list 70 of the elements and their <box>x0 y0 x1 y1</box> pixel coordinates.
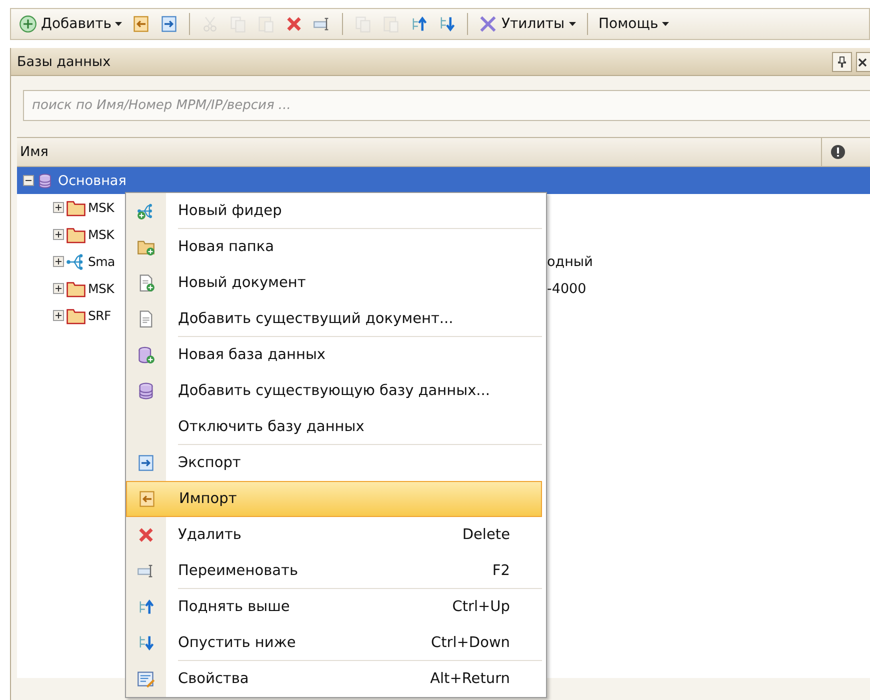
move-up-icon <box>410 15 428 33</box>
tree-item[interactable]: SRF <box>86 308 111 323</box>
menu-item[interactable]: Экспорт <box>126 445 546 481</box>
copy-icon <box>229 15 248 33</box>
tree-item[interactable]: MSK <box>86 227 114 242</box>
database-icon <box>137 382 155 400</box>
shortcut-text: Alt+Return <box>430 671 510 687</box>
copy-icon <box>354 15 372 33</box>
menu-item[interactable]: Новый документ <box>126 265 546 301</box>
expander-icon[interactable] <box>53 283 64 294</box>
toolbar-menu-button[interactable]: Утилиты <box>475 12 580 36</box>
scissors-icon <box>201 15 220 33</box>
rename-icon <box>137 562 155 580</box>
menu-item[interactable]: Импорт <box>126 481 542 517</box>
add-menu-button[interactable]: Добавить <box>15 12 126 36</box>
expander-icon[interactable] <box>53 310 64 321</box>
export-icon <box>160 15 178 33</box>
shortcut-text: Ctrl+Up <box>452 599 510 615</box>
menu-item[interactable]: Переименовать F2 <box>126 553 546 589</box>
move-down-icon <box>438 15 456 33</box>
close-button[interactable] <box>856 52 870 72</box>
menu-item[interactable]: Добавить существующую базу данных... <box>126 373 546 409</box>
expander-icon[interactable] <box>53 229 64 240</box>
add-icon <box>19 15 37 33</box>
table-cell: одный <box>547 254 593 270</box>
menu-item[interactable]: Удалить Delete <box>126 517 546 553</box>
menu-item[interactable]: Отключить базу данных <box>126 409 546 445</box>
expander-icon[interactable] <box>53 202 64 213</box>
delete-icon <box>285 15 304 33</box>
export-icon <box>137 454 155 472</box>
menu-item[interactable]: Свойства Alt+Return <box>126 661 546 697</box>
pin-icon <box>836 56 848 68</box>
menu-item[interactable]: Опустить ниже Ctrl+Down <box>126 625 546 661</box>
properties-icon <box>137 670 155 688</box>
toolbar-menu-button[interactable]: Помощь <box>594 12 674 36</box>
paste-icon <box>382 15 400 33</box>
move-down-icon <box>137 634 155 652</box>
panel-title: Базы данных <box>17 54 112 70</box>
paste-icon <box>257 15 276 33</box>
tools-icon <box>479 15 498 33</box>
shortcut-text: Delete <box>462 527 510 543</box>
menu-item[interactable]: Поднять выше Ctrl+Up <box>126 589 546 625</box>
table-cell: -4000 <box>547 280 586 296</box>
move-up-icon <box>137 598 155 616</box>
shortcut-text: F2 <box>492 563 510 579</box>
import-icon <box>132 15 150 33</box>
menu-item[interactable]: Добавить существущий документ... <box>126 301 546 337</box>
expander-icon[interactable] <box>23 175 34 186</box>
delete-icon <box>137 526 155 544</box>
database-icon <box>37 172 53 188</box>
shortcut-text: Ctrl+Down <box>430 635 510 651</box>
pin-button[interactable] <box>832 52 852 72</box>
warning-column-icon <box>830 144 846 160</box>
menu-item[interactable]: Новый фидер <box>126 193 546 229</box>
tree-item[interactable]: Основная <box>55 172 130 190</box>
document-icon <box>137 310 155 328</box>
menu-item[interactable]: Новая папка <box>126 229 546 265</box>
menu-item[interactable]: Новая база данных <box>126 337 546 373</box>
tree-item[interactable]: Sma <box>86 254 115 269</box>
search-field[interactable]: поиск по Имя/Номер МРМ/IP/версия ... <box>23 90 870 121</box>
new-document-icon <box>137 274 155 292</box>
new-database-icon <box>137 346 155 364</box>
import-icon <box>138 490 156 508</box>
close-icon <box>857 56 867 66</box>
new-feeder-icon <box>137 202 155 220</box>
selected-row[interactable]: Основная <box>17 167 870 194</box>
tree-item[interactable]: MSK <box>86 200 114 215</box>
expander-icon[interactable] <box>53 256 64 267</box>
tree-item[interactable]: MSK <box>86 281 114 296</box>
new-folder-icon <box>137 238 155 256</box>
